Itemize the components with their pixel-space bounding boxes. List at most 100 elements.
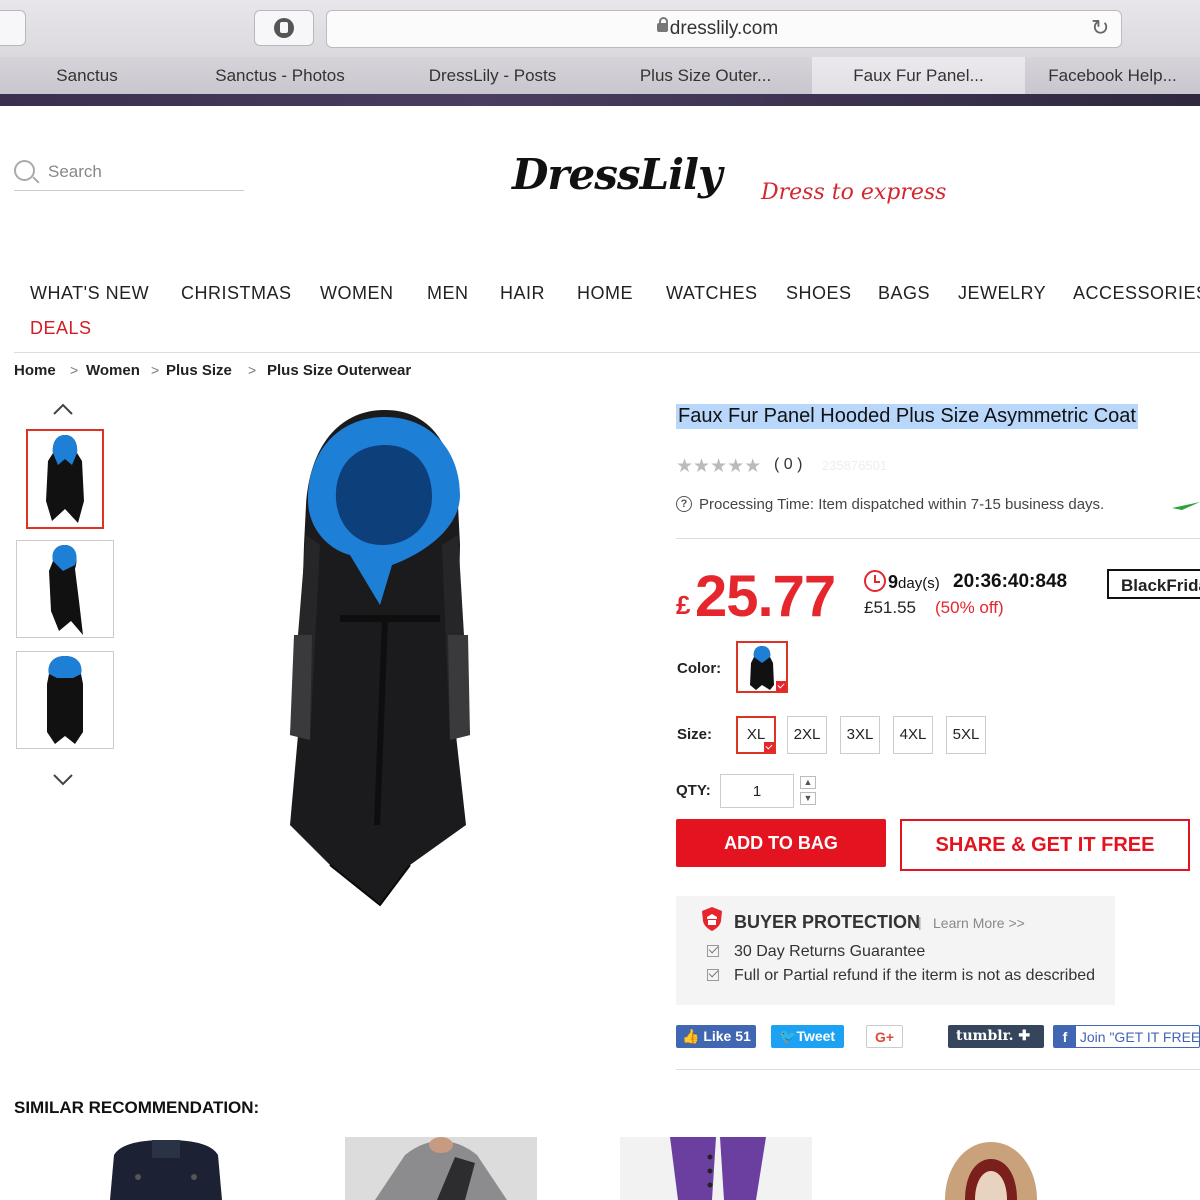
breadcrumb-home[interactable]: Home bbox=[14, 362, 56, 379]
tumblr-button[interactable]: tumblr. ✚ bbox=[948, 1025, 1044, 1048]
plus-icon: ✚ bbox=[1018, 1028, 1031, 1044]
nav-item-deals[interactable]: DEALS bbox=[30, 318, 92, 339]
browser-tab[interactable]: Sanctus bbox=[0, 57, 175, 94]
product-sku: 235876501 bbox=[822, 458, 888, 473]
twitter-icon: 🐦 bbox=[779, 1028, 797, 1044]
like-label: Like 51 bbox=[703, 1028, 751, 1044]
reload-icon[interactable]: ↻ bbox=[1091, 15, 1109, 41]
size-option-4xl[interactable]: 4XL bbox=[893, 716, 933, 754]
toolbar-shadow-band bbox=[0, 94, 1200, 106]
site-tagline: Dress to express bbox=[761, 180, 947, 205]
url-text: dresslily.com bbox=[669, 18, 779, 39]
promo-badge[interactable]: BlackFriday bbox=[1107, 569, 1200, 599]
address-bar[interactable]: dresslily.com ↻ bbox=[326, 10, 1122, 48]
processing-time: Processing Time: Item dispatched within … bbox=[699, 496, 1105, 513]
size-option-xl[interactable]: XL bbox=[736, 716, 776, 754]
tab-label: Facebook Help... bbox=[1048, 66, 1177, 85]
thumbnail-1[interactable] bbox=[26, 429, 104, 529]
sidebar-toggle-button[interactable] bbox=[0, 10, 26, 46]
recommendation-item-2[interactable] bbox=[345, 1137, 537, 1200]
facebook-like-button[interactable]: 👍 Like 51 bbox=[676, 1025, 756, 1048]
size-option-label: 3XL bbox=[846, 726, 874, 743]
original-price: £51.55 bbox=[864, 598, 916, 617]
chevron-up-icon[interactable] bbox=[52, 399, 74, 421]
content-blocker-button[interactable] bbox=[254, 10, 314, 46]
size-option-5xl[interactable]: 5XL bbox=[946, 716, 986, 754]
thumbnail-2[interactable] bbox=[16, 540, 114, 638]
protection-item: 30 Day Returns Guarantee bbox=[734, 943, 926, 960]
question-icon: ? bbox=[676, 496, 692, 512]
star-icon: ★ bbox=[710, 456, 728, 477]
facebook-icon: f bbox=[1054, 1026, 1076, 1047]
nav-item-christmas[interactable]: CHRISTMAS bbox=[181, 283, 292, 304]
google-plus-button[interactable]: G+ bbox=[866, 1025, 903, 1048]
gplus-label: G+ bbox=[874, 1029, 895, 1045]
check-icon bbox=[707, 945, 719, 957]
tweet-label: Tweet bbox=[796, 1028, 836, 1044]
nav-item-accessories[interactable]: ACCESSORIES bbox=[1073, 283, 1200, 304]
recommendation-item-1[interactable] bbox=[70, 1137, 262, 1200]
nav-item-whats-new[interactable]: WHAT'S NEW bbox=[30, 283, 149, 304]
nav-item-watches[interactable]: WATCHES bbox=[666, 283, 758, 304]
browser-tab[interactable]: Facebook Help... bbox=[1025, 57, 1200, 94]
nav-item-jewelry[interactable]: JEWELRY bbox=[958, 283, 1046, 304]
nav-item-shoes[interactable]: SHOES bbox=[786, 283, 852, 304]
browser-tab[interactable]: DressLily - Posts bbox=[386, 57, 600, 94]
shield-icon bbox=[702, 907, 722, 931]
search-input[interactable] bbox=[48, 160, 238, 184]
countdown-timer: 20:36:40:848 bbox=[953, 571, 1068, 592]
qty-increment-button[interactable]: ▲ bbox=[800, 776, 816, 789]
tab-label: Plus Size Outer... bbox=[639, 66, 772, 85]
size-option-label: 5XL bbox=[952, 726, 980, 743]
clock-icon bbox=[864, 570, 886, 592]
browser-tab[interactable]: Sanctus - Photos bbox=[174, 57, 387, 94]
quantity-input[interactable] bbox=[720, 774, 794, 808]
thumbnail-3[interactable] bbox=[16, 651, 114, 749]
color-swatch-selected[interactable] bbox=[736, 641, 788, 693]
nav-item-hair[interactable]: HAIR bbox=[500, 283, 545, 304]
tab-label: Faux Fur Panel... bbox=[853, 66, 984, 85]
selected-check-icon bbox=[764, 742, 774, 752]
recommendation-item-4[interactable] bbox=[895, 1137, 1087, 1200]
breadcrumb-plus-size-outerwear[interactable]: Plus Size Outerwear bbox=[267, 362, 411, 379]
breadcrumb-women[interactable]: Women bbox=[86, 362, 140, 379]
search-icon[interactable] bbox=[14, 160, 35, 181]
chevron-down-icon[interactable] bbox=[52, 768, 74, 790]
tweet-button[interactable]: 🐦Tweet bbox=[771, 1025, 844, 1048]
qty-decrement-button[interactable]: ▼ bbox=[800, 792, 816, 805]
browser-tab-active[interactable]: Faux Fur Panel... bbox=[812, 57, 1026, 94]
tumblr-label: tumblr. bbox=[956, 1028, 1014, 1044]
rating-stars[interactable]: ★★★★★ bbox=[676, 455, 761, 478]
nav-item-bags[interactable]: BAGS bbox=[878, 283, 930, 304]
star-icon: ★ bbox=[727, 456, 745, 477]
breadcrumb-separator: > bbox=[70, 362, 79, 378]
discount-label: (50% off) bbox=[935, 598, 1004, 617]
star-icon: ★ bbox=[744, 456, 762, 477]
add-to-bag-button[interactable]: ADD TO BAG bbox=[676, 819, 886, 867]
browser-tab[interactable]: Plus Size Outer... bbox=[599, 57, 813, 94]
star-icon: ★ bbox=[693, 456, 711, 477]
size-option-3xl[interactable]: 3XL bbox=[840, 716, 880, 754]
size-option-label: 2XL bbox=[793, 726, 821, 743]
nav-item-men[interactable]: MEN bbox=[427, 283, 469, 304]
search-box[interactable] bbox=[14, 158, 244, 191]
facebook-join-button[interactable]: f Join "GET IT FREE" bbox=[1053, 1025, 1200, 1048]
learn-more-link[interactable]: Learn More >> bbox=[933, 915, 1025, 931]
coat-thumbnail-image bbox=[49, 545, 83, 635]
breadcrumb-separator: > bbox=[151, 362, 160, 378]
browser-chrome: dresslily.com ↻ Sanctus Sanctus - Photos… bbox=[0, 0, 1200, 96]
review-count[interactable]: ( 0 ) bbox=[774, 456, 802, 474]
tab-label: Sanctus - Photos bbox=[215, 66, 345, 85]
star-icon: ★ bbox=[676, 456, 694, 477]
share-get-free-button[interactable]: SHARE & GET IT FREE bbox=[900, 819, 1190, 871]
product-main-image[interactable] bbox=[270, 405, 500, 910]
recommendation-item-3[interactable] bbox=[620, 1137, 812, 1200]
size-option-2xl[interactable]: 2XL bbox=[787, 716, 827, 754]
size-label: Size: bbox=[677, 726, 713, 743]
breadcrumb-plus-size[interactable]: Plus Size bbox=[166, 362, 232, 379]
nav-item-women[interactable]: WOMEN bbox=[320, 283, 394, 304]
nav-item-home[interactable]: HOME bbox=[577, 283, 633, 304]
site-logo[interactable]: DressLily bbox=[512, 150, 722, 199]
similar-recommendation-title: SIMILAR RECOMMENDATION: bbox=[14, 1098, 260, 1117]
protection-item: Full or Partial refund if the iterm is n… bbox=[734, 967, 1096, 984]
